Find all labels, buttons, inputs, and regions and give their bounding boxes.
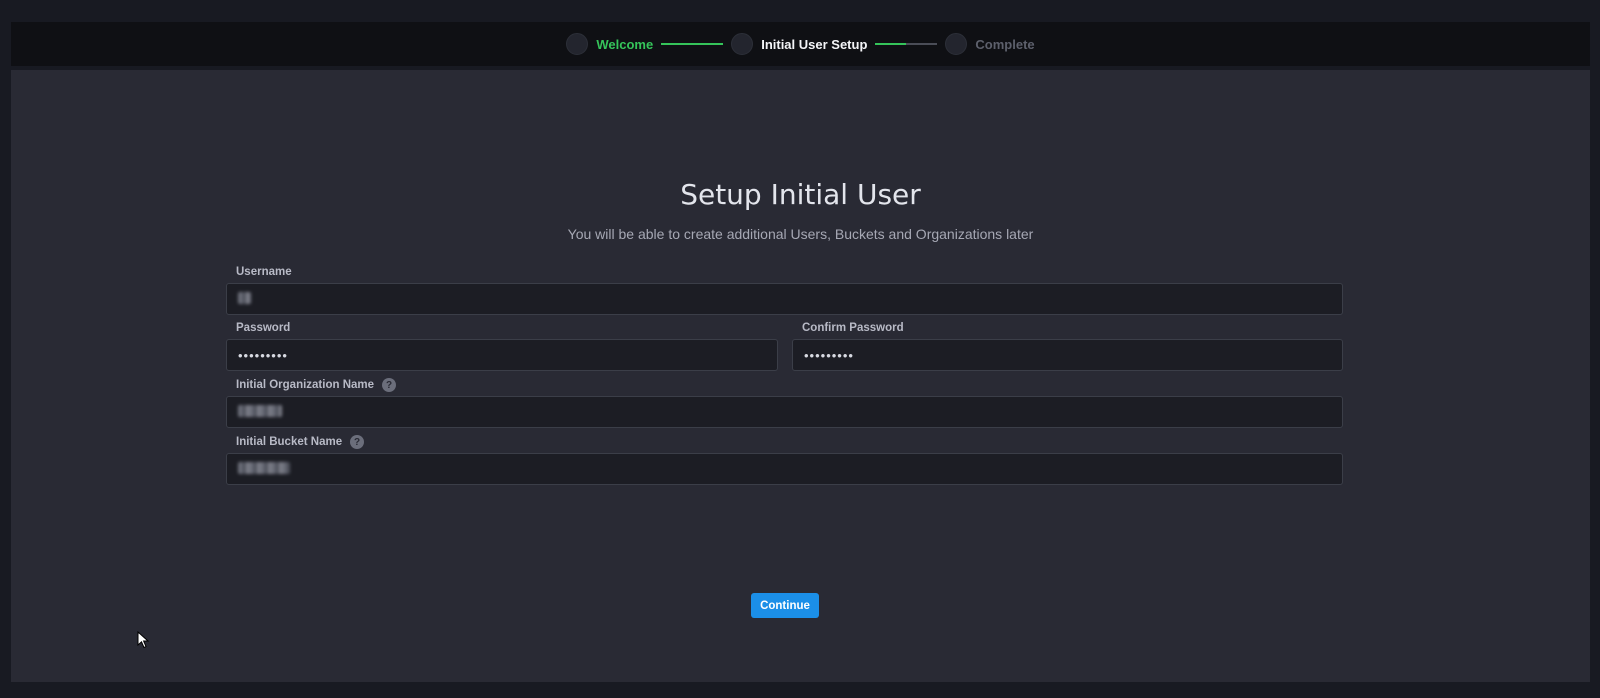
org-name-input[interactable] <box>226 396 1343 428</box>
continue-button[interactable]: Continue <box>751 593 819 618</box>
org-name-redacted <box>238 405 282 417</box>
step-connector-1-progress <box>661 43 724 45</box>
step-complete-label: Complete <box>975 36 1035 52</box>
bucket-name-input[interactable] <box>226 453 1343 485</box>
step-welcome-indicator-icon <box>566 33 589 55</box>
step-connector-2-progress <box>875 43 907 45</box>
org-name-help-icon[interactable]: ? <box>382 378 397 392</box>
step-complete: Complete <box>945 33 1035 55</box>
confirm-password-label-text: Confirm Password <box>802 322 904 334</box>
step-connector-2 <box>875 43 938 45</box>
bucket-name-label: Initial Bucket Name ? <box>236 435 365 449</box>
username-label-text: Username <box>236 266 292 278</box>
confirm-password-input[interactable] <box>792 339 1343 371</box>
step-initial-user-setup-indicator-icon <box>731 33 754 55</box>
setup-panel: Setup Initial User You will be able to c… <box>11 70 1590 682</box>
org-name-label-text: Initial Organization Name <box>236 379 375 391</box>
username-label: Username <box>236 266 292 278</box>
bucket-name-redacted <box>238 462 290 474</box>
username-input[interactable] <box>226 283 1343 315</box>
password-label-text: Password <box>236 322 291 334</box>
password-input[interactable] <box>226 339 778 371</box>
mouse-cursor-icon <box>137 631 150 649</box>
setup-stepper: Welcome Initial User Setup Complete <box>11 22 1590 66</box>
step-complete-indicator-icon <box>945 33 968 55</box>
bucket-name-label-text: Initial Bucket Name <box>236 436 343 448</box>
step-welcome: Welcome <box>566 33 653 55</box>
step-initial-user-setup: Initial User Setup <box>731 33 867 55</box>
username-redacted <box>238 292 251 304</box>
bucket-name-help-icon[interactable]: ? <box>350 435 365 449</box>
step-connector-1 <box>661 43 724 45</box>
page-title: Setup Initial User <box>680 178 921 211</box>
step-initial-user-setup-label: Initial User Setup <box>761 36 868 52</box>
password-label: Password <box>236 322 290 334</box>
confirm-password-label: Confirm Password <box>802 322 904 334</box>
page-subtitle: You will be able to create additional Us… <box>567 226 1034 242</box>
org-name-label: Initial Organization Name ? <box>236 378 397 392</box>
step-welcome-label: Welcome <box>596 36 654 52</box>
